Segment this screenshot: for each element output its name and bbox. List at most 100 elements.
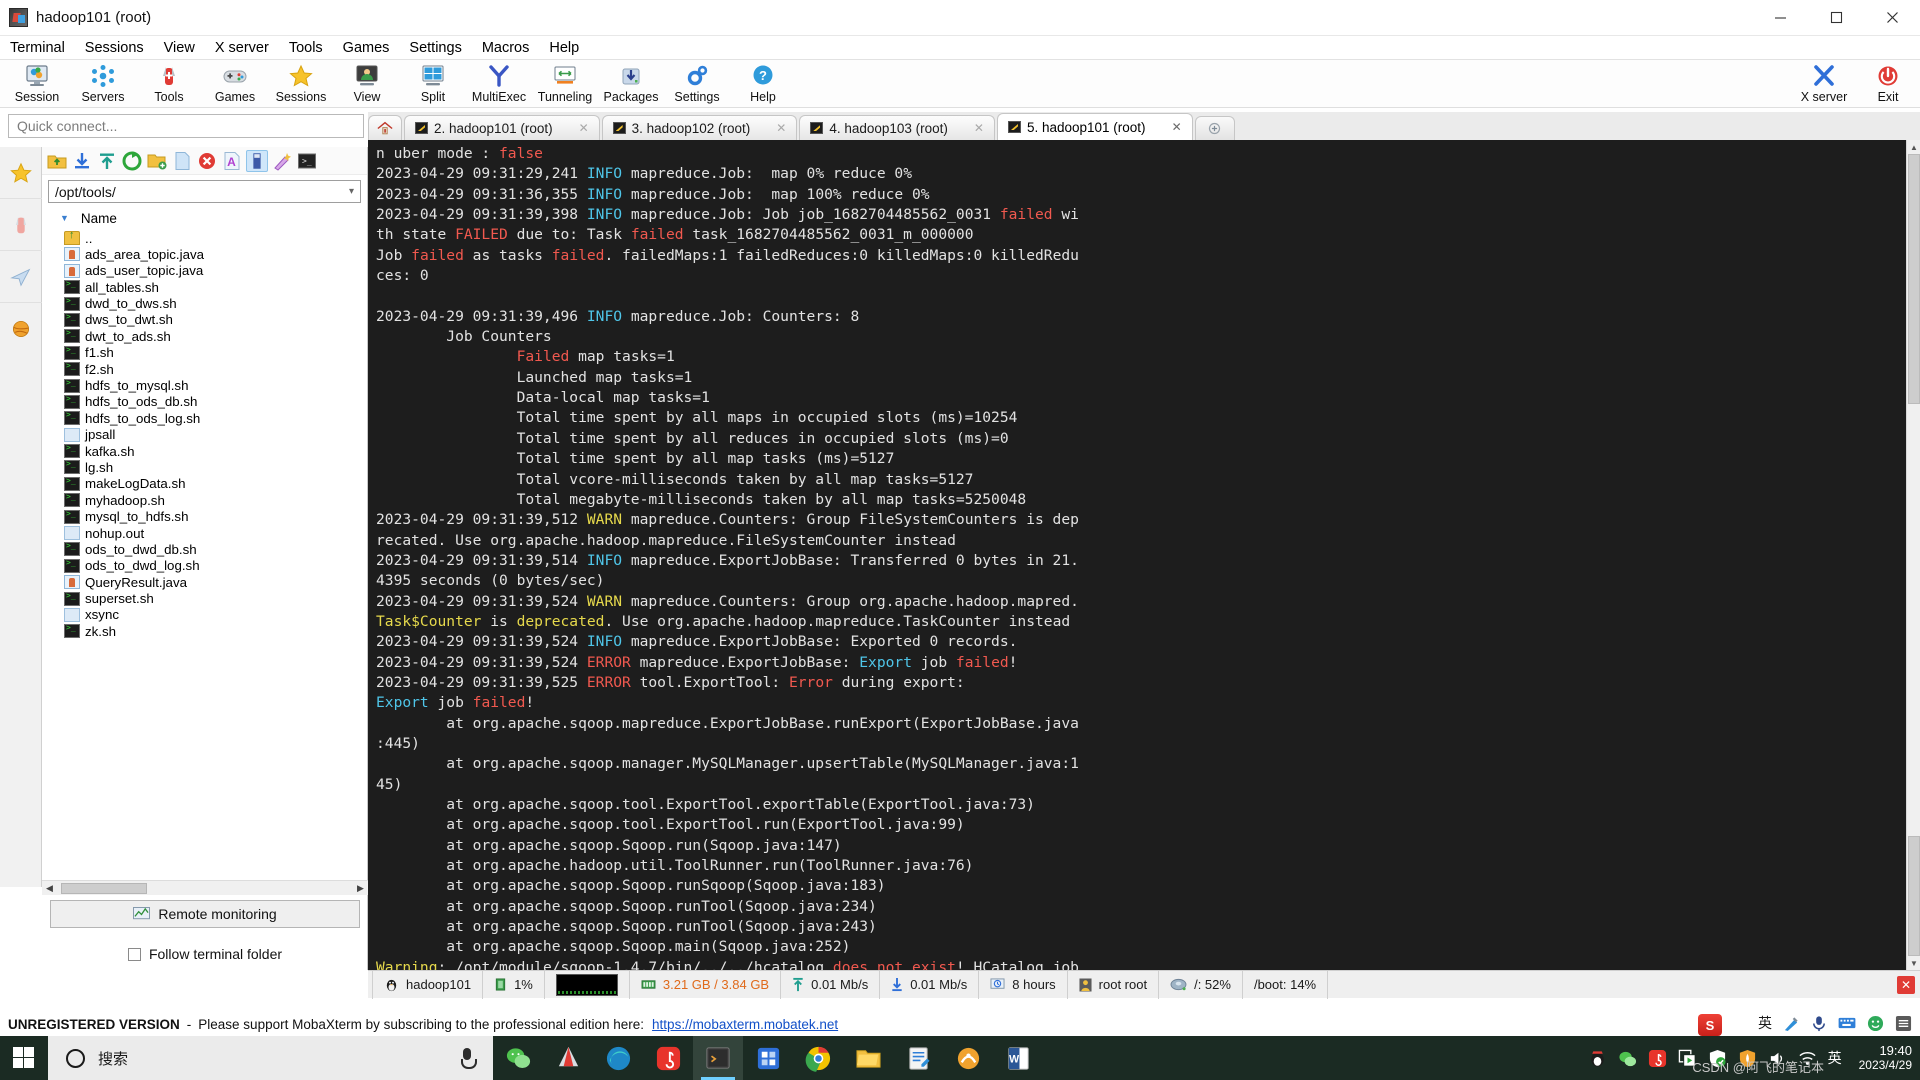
chevron-down-icon[interactable]: ▾ — [349, 186, 354, 197]
session-close-button[interactable]: ✕ — [1897, 975, 1915, 994]
close-button[interactable] — [1864, 0, 1920, 36]
file-list-item[interactable]: ads_area_topic.java — [64, 246, 367, 262]
file-list-item[interactable]: xsync — [64, 607, 367, 623]
file-list-item[interactable]: makeLogData.sh — [64, 476, 367, 492]
file-list-item[interactable]: hdfs_to_ods_db.sh — [64, 394, 367, 410]
taskbar-ime-label[interactable]: 英 — [1828, 1048, 1842, 1068]
file-list-item[interactable]: lg.sh — [64, 459, 367, 475]
refresh-icon[interactable] — [121, 150, 143, 172]
upload-icon[interactable] — [96, 150, 118, 172]
file-list-item[interactable]: nohup.out — [64, 525, 367, 541]
toolbar-settings[interactable]: Settings — [664, 60, 730, 104]
tab-close-icon[interactable]: ✕ — [776, 121, 786, 135]
sftp-file-list[interactable]: ..ads_area_topic.javaads_user_topic.java… — [42, 230, 367, 760]
file-list-item[interactable]: kafka.sh — [64, 443, 367, 459]
file-list-item[interactable]: hdfs_to_mysql.sh — [64, 378, 367, 394]
file-list-item[interactable]: jpsall — [64, 427, 367, 443]
file-list-item[interactable]: f1.sh — [64, 345, 367, 361]
taskbar-navicat-app[interactable] — [943, 1036, 993, 1080]
file-list-item[interactable]: zk.sh — [64, 623, 367, 639]
binary-mode-icon[interactable] — [246, 149, 268, 172]
toolbar-tunneling[interactable]: Tunneling — [532, 60, 598, 104]
rail-send[interactable] — [0, 251, 42, 303]
tab-close-icon[interactable]: ✕ — [579, 121, 589, 135]
tab-close-icon[interactable]: ✕ — [974, 121, 984, 135]
menu-sessions[interactable]: Sessions — [75, 38, 154, 58]
toolbar-split[interactable]: Split — [400, 60, 466, 104]
toolbar-sessions[interactable]: Sessions — [268, 60, 334, 104]
download-icon[interactable] — [71, 150, 93, 172]
sftp-column-header[interactable]: ▼ Name — [42, 207, 367, 229]
file-list-item[interactable]: QueryResult.java — [64, 574, 367, 590]
tab-hadoop101-2[interactable]: 2. hadoop101 (root) ✕ — [404, 115, 600, 140]
windows-start-button[interactable] — [0, 1036, 48, 1080]
taskbar-vmware-app[interactable] — [743, 1036, 793, 1080]
taskbar-chrome-app[interactable] — [793, 1036, 843, 1080]
sogou-ime-badge[interactable]: S — [1698, 1014, 1722, 1036]
terminal-scrollbar[interactable]: ▲ ▼ — [1906, 140, 1920, 970]
file-list-item[interactable]: hdfs_to_ods_log.sh — [64, 410, 367, 426]
rail-favorites[interactable] — [0, 147, 42, 199]
remote-monitoring-button[interactable]: Remote monitoring — [50, 900, 360, 928]
sftp-horizontal-scrollbar[interactable]: ◀ ▶ — [42, 880, 368, 895]
home-tab[interactable] — [368, 115, 402, 140]
rail-tools[interactable] — [0, 199, 42, 251]
toolbar-multiexec[interactable]: MultiExec — [466, 60, 532, 104]
menu-terminal[interactable]: Terminal — [0, 38, 75, 58]
toolbar-session[interactable]: Session — [4, 60, 70, 104]
quick-connect-input[interactable]: Quick connect... — [8, 114, 364, 138]
file-list-item[interactable]: dws_to_dwt.sh — [64, 312, 367, 328]
scroll-down-arrow-icon[interactable]: ▼ — [1907, 956, 1920, 970]
tab-close-icon[interactable]: ✕ — [1172, 120, 1182, 134]
follow-terminal-folder-checkbox[interactable] — [127, 947, 141, 961]
mobaxterm-link[interactable]: https://mobaxterm.mobatek.net — [652, 1017, 838, 1032]
taskbar-mobaxterm-app[interactable] — [693, 1036, 743, 1080]
toolbar-games[interactable]: Games — [202, 60, 268, 104]
scroll-up-arrow-icon[interactable]: ▲ — [1907, 140, 1920, 154]
file-list-item[interactable]: f2.sh — [64, 361, 367, 377]
scroll-left-arrow-icon[interactable]: ◀ — [42, 881, 57, 896]
text-mode-icon[interactable]: A — [221, 150, 243, 172]
file-list-item[interactable]: .. — [64, 230, 367, 246]
terminal-output[interactable]: n uber mode : false 2023-04-29 09:31:29,2… — [368, 140, 1906, 970]
menu-xserver[interactable]: X server — [205, 38, 279, 58]
taskbar-clock[interactable]: 19:40 2023/4/29 — [1853, 1043, 1912, 1073]
taskbar-search-box[interactable]: 搜索 — [48, 1036, 493, 1080]
file-list-item[interactable]: ods_to_dwd_db.sh — [64, 541, 367, 557]
new-folder-icon[interactable] — [146, 150, 168, 172]
follow-terminal-folder-row[interactable]: Follow terminal folder — [42, 946, 368, 962]
menu-settings[interactable]: Settings — [399, 38, 471, 58]
delete-icon[interactable] — [196, 150, 218, 172]
taskbar-wechat-app[interactable] — [493, 1036, 543, 1080]
toolbar-xserver[interactable]: X server — [1792, 60, 1856, 104]
taskbar-notepad-app[interactable] — [893, 1036, 943, 1080]
scroll-thumb[interactable] — [61, 882, 147, 894]
taskbar-file-explorer-app[interactable] — [843, 1036, 893, 1080]
file-list-item[interactable]: superset.sh — [64, 591, 367, 607]
rail-globe[interactable] — [0, 303, 42, 355]
microphone-icon[interactable] — [459, 1048, 477, 1069]
terminal-scroll-thumb[interactable] — [1908, 154, 1920, 404]
taskbar-netease-music-app[interactable] — [643, 1036, 693, 1080]
file-list-item[interactable]: mysql_to_hdfs.sh — [64, 509, 367, 525]
file-list-item[interactable]: myhadoop.sh — [64, 492, 367, 508]
tab-hadoop101-5[interactable]: 5. hadoop101 (root) ✕ — [996, 113, 1193, 140]
file-list-item[interactable]: all_tables.sh — [64, 279, 367, 295]
menu-macros[interactable]: Macros — [472, 38, 540, 58]
toolbar-servers[interactable]: Servers — [70, 60, 136, 104]
scroll-right-arrow-icon[interactable]: ▶ — [353, 881, 368, 896]
toolbar-view[interactable]: View — [334, 60, 400, 104]
sftp-path-input[interactable]: /opt/tools/ ▾ — [48, 180, 361, 203]
toolbar-exit[interactable]: Exit — [1856, 60, 1920, 104]
menu-tools[interactable]: Tools — [279, 38, 333, 58]
tab-hadoop103-4[interactable]: 4. hadoop103 (root) ✕ — [799, 115, 995, 140]
ime-language-label[interactable]: 英 — [1758, 1013, 1772, 1033]
new-tab-button[interactable] — [1194, 116, 1235, 140]
file-list-item[interactable]: ods_to_dwd_log.sh — [64, 558, 367, 574]
menu-view[interactable]: View — [154, 38, 205, 58]
taskbar-edge-app[interactable] — [593, 1036, 643, 1080]
menu-help[interactable]: Help — [539, 38, 589, 58]
toolbar-help[interactable]: ? Help — [730, 60, 796, 104]
terminal-scroll-thumb-lower[interactable] — [1908, 836, 1920, 956]
tab-hadoop102-3[interactable]: 3. hadoop102 (root) ✕ — [601, 115, 798, 140]
